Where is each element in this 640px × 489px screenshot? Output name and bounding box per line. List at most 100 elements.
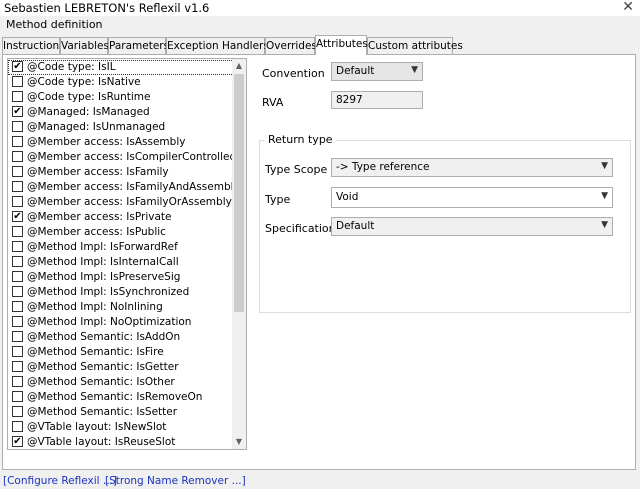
checkbox-checked[interactable]: ✔ bbox=[12, 211, 23, 222]
specification-label: Specification bbox=[265, 222, 336, 235]
scroll-thumb[interactable] bbox=[234, 74, 244, 312]
list-item[interactable]: @Member access: IsCompilerControlled bbox=[8, 150, 237, 165]
attribute-label: @Method Semantic: IsGetter bbox=[27, 361, 179, 373]
footer-links: [Configure Reflexil ...] [Strong Name Re… bbox=[0, 473, 640, 489]
checkbox-unchecked[interactable] bbox=[12, 271, 23, 282]
tab-custom-attributes[interactable]: Custom attributes bbox=[367, 37, 463, 54]
checkbox-unchecked[interactable] bbox=[12, 76, 23, 87]
list-scrollbar[interactable]: ▲ ▼ bbox=[232, 59, 246, 449]
attributes-panel: ✔ @VTable layout: IsReuseSlot @VTable layo… bbox=[2, 54, 636, 470]
checkbox-unchecked[interactable] bbox=[12, 121, 23, 132]
type-label: Type bbox=[265, 193, 291, 206]
checkbox-unchecked[interactable] bbox=[12, 361, 23, 372]
tab-variables[interactable]: Variables bbox=[60, 37, 109, 54]
attribute-label: @Managed: IsUnmanaged bbox=[27, 121, 166, 133]
tab-instructions[interactable]: Instructions bbox=[2, 37, 65, 54]
list-item[interactable]: @Method Impl: IsPreserveSig bbox=[8, 270, 234, 285]
list-item[interactable]: ✔ @Code type: IsIL bbox=[8, 60, 234, 75]
attribute-label: @Member access: IsPrivate bbox=[27, 211, 172, 223]
list-item[interactable]: @Managed: IsUnmanaged bbox=[8, 120, 234, 135]
checkbox-unchecked[interactable] bbox=[12, 421, 23, 432]
checkbox-unchecked[interactable] bbox=[12, 391, 23, 402]
checkbox-unchecked[interactable] bbox=[12, 226, 23, 237]
list-item[interactable]: @Method Impl: IsSynchronized bbox=[8, 285, 234, 300]
attribute-label: @Member access: IsFamilyOrAssembly bbox=[27, 196, 232, 208]
checkbox-unchecked[interactable] bbox=[12, 376, 23, 387]
list-item[interactable]: @Member access: IsFamilyOrAssembly bbox=[8, 195, 234, 210]
list-item[interactable]: @Method Semantic: IsAddOn bbox=[8, 330, 234, 345]
checkbox-unchecked[interactable] bbox=[12, 406, 23, 417]
list-item[interactable]: @Method Semantic: IsRemoveOn bbox=[8, 390, 234, 405]
list-item[interactable]: @VTable layout: IsNewSlot bbox=[8, 420, 234, 435]
tab-exception-handlers[interactable]: Exception Handlers bbox=[166, 37, 269, 54]
checkbox-checked[interactable]: ✔ bbox=[12, 61, 23, 72]
tab-attributes[interactable]: Attributes bbox=[315, 35, 368, 55]
list-item[interactable]: @Method Semantic: IsOther bbox=[8, 375, 234, 390]
attribute-label: @Member access: IsFamilyAndAssembly bbox=[27, 181, 240, 193]
list-item[interactable]: @Member access: IsFamily bbox=[8, 165, 234, 180]
checkbox-unchecked[interactable] bbox=[12, 91, 23, 102]
type-scope-label: Type Scope bbox=[265, 163, 328, 176]
attributes-list[interactable]: ✔ @VTable layout: IsReuseSlot @VTable layo… bbox=[7, 58, 247, 450]
checkbox-unchecked[interactable] bbox=[12, 166, 23, 177]
checkbox-unchecked[interactable] bbox=[12, 331, 23, 342]
attribute-label: @VTable layout: IsReuseSlot bbox=[27, 436, 176, 448]
attribute-label: @Member access: IsCompilerControlled bbox=[27, 151, 237, 163]
rva-field[interactable]: 8297 bbox=[331, 91, 423, 109]
list-item[interactable]: @Method Semantic: IsSetter bbox=[8, 405, 234, 420]
list-item[interactable]: @Code type: IsRuntime bbox=[8, 90, 234, 105]
list-item[interactable]: @Member access: IsFamilyAndAssembly bbox=[8, 180, 240, 195]
checkbox-unchecked[interactable] bbox=[12, 181, 23, 192]
configure-reflexil-link[interactable]: [Configure Reflexil ...] bbox=[3, 475, 117, 487]
list-item[interactable]: @Method Semantic: IsFire bbox=[8, 345, 234, 360]
attribute-label: @Method Impl: NoInlining bbox=[27, 301, 163, 313]
rva-label: RVA bbox=[262, 96, 284, 109]
checkbox-unchecked[interactable] bbox=[12, 136, 23, 147]
attribute-label: @Member access: IsAssembly bbox=[27, 136, 186, 148]
checkbox-unchecked[interactable] bbox=[12, 241, 23, 252]
list-item[interactable]: @Method Impl: NoInlining bbox=[8, 300, 234, 315]
checkbox-unchecked[interactable] bbox=[12, 316, 23, 327]
list-item[interactable]: @Member access: IsAssembly bbox=[8, 135, 234, 150]
scroll-down-icon[interactable]: ▼ bbox=[232, 435, 246, 449]
checkbox-unchecked[interactable] bbox=[12, 301, 23, 312]
title-bar: Sebastien LEBRETON's Reflexil v1.6 ✕ bbox=[0, 0, 640, 17]
attribute-label: @Method Semantic: IsSetter bbox=[27, 406, 178, 418]
close-icon[interactable]: ✕ bbox=[622, 0, 634, 15]
tab-parameters[interactable]: Parameters bbox=[108, 37, 169, 54]
list-item[interactable]: @Method Impl: NoOptimization bbox=[8, 315, 234, 330]
checkbox-unchecked[interactable] bbox=[12, 286, 23, 297]
list-item[interactable]: ✔ @Managed: IsManaged bbox=[8, 105, 234, 120]
tab-strip: Instructions Variables Parameters Exception… bbox=[2, 35, 640, 55]
list-item[interactable]: @Code type: IsNative bbox=[8, 75, 234, 90]
list-item[interactable]: @Method Impl: IsInternalCall bbox=[8, 255, 234, 270]
attribute-label: @Method Impl: IsPreserveSig bbox=[27, 271, 181, 283]
checkbox-checked[interactable]: ✔ bbox=[12, 436, 23, 447]
list-item[interactable]: ✔ @VTable layout: IsReuseSlot bbox=[8, 435, 234, 449]
attribute-label: @Method Semantic: IsRemoveOn bbox=[27, 391, 203, 403]
list-item[interactable]: @Method Impl: IsForwardRef bbox=[8, 240, 234, 255]
checkbox-unchecked[interactable] bbox=[12, 346, 23, 357]
specification-select[interactable]: Default ▼ bbox=[331, 217, 613, 236]
list-item[interactable]: @Method Semantic: IsGetter bbox=[8, 360, 234, 375]
return-type-group: Return type Type Scope -> Type reference… bbox=[259, 133, 631, 313]
tab-overrides[interactable]: Overrides bbox=[265, 37, 317, 54]
attribute-label: @Code type: IsIL bbox=[27, 61, 116, 73]
window-title: Sebastien LEBRETON's Reflexil v1.6 bbox=[4, 1, 210, 15]
checkbox-unchecked[interactable] bbox=[12, 151, 23, 162]
checkbox-unchecked[interactable] bbox=[12, 256, 23, 267]
menu-method-definition[interactable]: Method definition bbox=[6, 18, 103, 31]
convention-select[interactable]: Default ▼ bbox=[331, 62, 423, 81]
attribute-label: @Method Impl: NoOptimization bbox=[27, 316, 192, 328]
checkbox-checked[interactable]: ✔ bbox=[12, 106, 23, 117]
type-select[interactable]: Void ▼ bbox=[331, 187, 613, 208]
strong-name-remover-link[interactable]: [Strong Name Remover ...] bbox=[105, 475, 246, 487]
type-scope-select[interactable]: -> Type reference ▼ bbox=[331, 158, 613, 177]
scroll-up-icon[interactable]: ▲ bbox=[232, 59, 246, 73]
chevron-down-icon: ▼ bbox=[601, 191, 608, 201]
list-item[interactable]: ✔ @Member access: IsPrivate bbox=[8, 210, 234, 225]
attribute-label: @Method Impl: IsForwardRef bbox=[27, 241, 178, 253]
chevron-down-icon: ▼ bbox=[411, 65, 418, 75]
list-item[interactable]: @Member access: IsPublic bbox=[8, 225, 234, 240]
checkbox-unchecked[interactable] bbox=[12, 196, 23, 207]
